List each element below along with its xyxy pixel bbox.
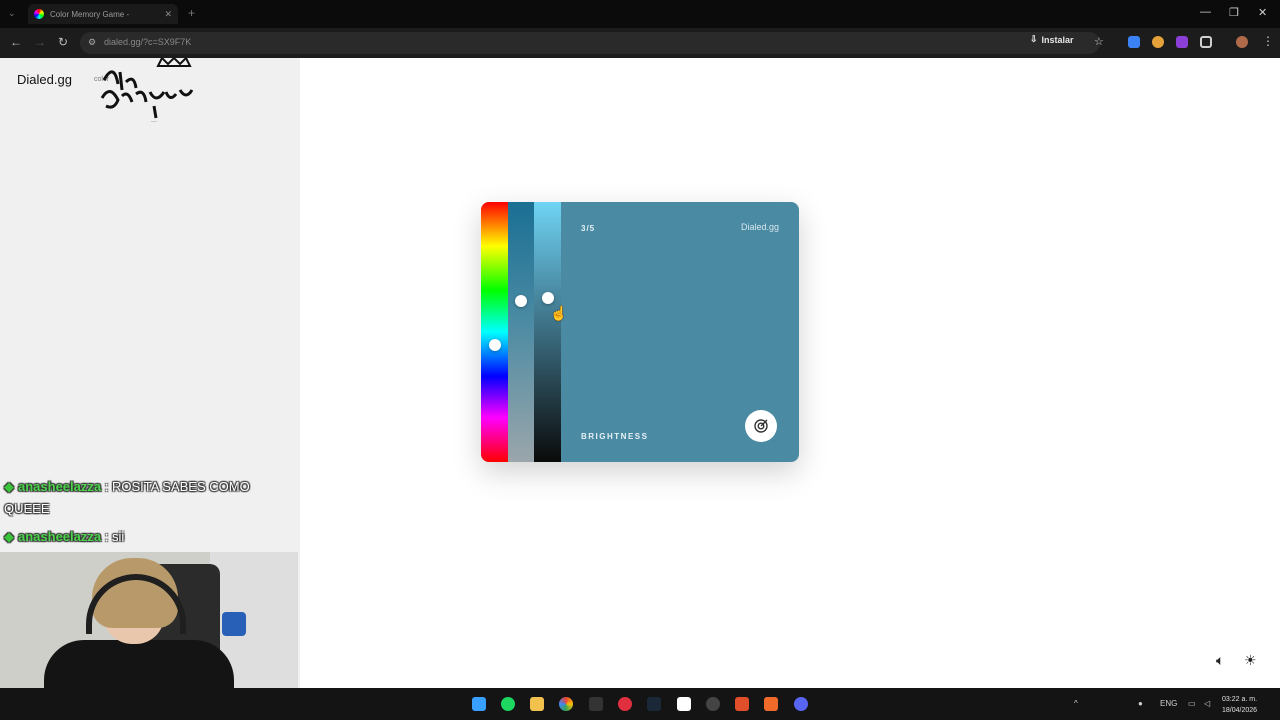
site-favicon-icon xyxy=(34,9,44,19)
spotify-icon[interactable] xyxy=(501,697,515,711)
steam-icon[interactable] xyxy=(647,697,661,711)
webcam-feed xyxy=(0,552,298,688)
network-icon[interactable]: ▭ xyxy=(1188,699,1196,708)
gem-badge-icon: ◆ xyxy=(4,479,14,494)
chat-text: : sii xyxy=(104,529,125,544)
volume-icon[interactable]: ◁ xyxy=(1204,699,1210,708)
start-icon[interactable] xyxy=(472,697,486,711)
site-settings-icon[interactable]: ⚙ xyxy=(88,37,96,48)
streamer-sticker-logo: La Bandolera xyxy=(100,58,194,123)
minimize-icon[interactable]: — xyxy=(1200,6,1211,18)
sound-icon[interactable]: 🔈︎ xyxy=(1216,652,1224,669)
browser-menu-icon[interactable]: ⋮ xyxy=(1262,34,1274,48)
back-icon[interactable]: ← xyxy=(10,35,22,49)
round-counter: 3/5 xyxy=(581,224,596,233)
theme-toggle-icon[interactable]: ☀ xyxy=(1244,652,1257,669)
bookmark-star-icon[interactable]: ☆ xyxy=(1094,35,1104,48)
tab-close-icon[interactable]: ✕ xyxy=(164,9,172,20)
file-explorer-icon[interactable] xyxy=(530,697,544,711)
brightness-slider-handle[interactable] xyxy=(542,292,554,304)
extension-icon[interactable] xyxy=(1152,36,1164,48)
system-clock[interactable]: 03:22 a. m. 18/04/2026 xyxy=(1222,694,1257,716)
game-page: 3/5 Dialed.gg BRIGHTNESS ☝ 🔈︎ ☀ xyxy=(300,58,1280,688)
url-text: dialed.gg/?c=SX9F7K xyxy=(104,37,192,47)
hand-cursor-icon: ☝ xyxy=(550,305,568,321)
chrome-icon[interactable] xyxy=(559,697,573,711)
gem-badge-icon: ◆ xyxy=(4,529,14,544)
card-brand-label: Dialed.gg xyxy=(740,222,779,232)
tab-search-icon[interactable]: ⌄ xyxy=(8,8,16,19)
brave-icon[interactable] xyxy=(735,697,749,711)
browser-toolbar: ← → ↻ ⚙ dialed.gg/?c=SX9F7K ⇩ Instalar ☆… xyxy=(0,28,1280,58)
new-tab-icon[interactable]: + xyxy=(188,6,195,20)
forward-icon[interactable]: → xyxy=(34,35,46,49)
maximize-icon[interactable]: ❐ xyxy=(1229,6,1239,19)
slider-mode-label: BRIGHTNESS xyxy=(581,432,649,441)
saturation-slider[interactable] xyxy=(508,202,534,462)
tab-bar: ⌄ Color Memory Game - ✕ + — ❐ ✕ xyxy=(0,0,1280,28)
taskbar: ^ ● ENG ▭ ◁ 03:22 a. m. 18/04/2026 xyxy=(0,688,1280,720)
stream-overlay-panel: Dialed.gg color La Bandolera ◆ anasheelaz… xyxy=(0,58,300,688)
window-close-icon[interactable]: ✕ xyxy=(1258,6,1267,19)
submit-guess-button[interactable] xyxy=(745,410,777,442)
profile-avatar[interactable] xyxy=(1236,36,1248,48)
tab-title: Color Memory Game - xyxy=(50,9,130,19)
app-icon[interactable] xyxy=(764,697,778,711)
discord-icon[interactable] xyxy=(794,697,808,711)
chat-message: ◆ anasheelazza : ROSITA SABES COMO QUEEE xyxy=(4,476,296,520)
tray-overflow-icon[interactable]: ^ xyxy=(1074,699,1078,708)
extension-icon[interactable] xyxy=(1128,36,1140,48)
epic-games-icon[interactable] xyxy=(589,697,603,711)
color-game-card: 3/5 Dialed.gg BRIGHTNESS xyxy=(481,202,799,462)
language-indicator[interactable]: ENG xyxy=(1160,699,1177,708)
install-icon: ⇩ xyxy=(1030,34,1038,44)
hue-slider[interactable] xyxy=(481,202,508,462)
clock-date: 18/04/2026 xyxy=(1222,707,1258,714)
target-icon xyxy=(754,419,768,433)
app-icon[interactable] xyxy=(618,697,632,711)
screen: ⌄ Color Memory Game - ✕ + — ❐ ✕ ← → ↻ ⚙ … xyxy=(0,0,1280,720)
app-icon[interactable] xyxy=(706,697,720,711)
reload-icon[interactable]: ↻ xyxy=(58,35,68,49)
extension-icon[interactable] xyxy=(1176,36,1188,48)
chat-username: anasheelazza xyxy=(18,529,102,544)
clock-time: 03:22 a. m. xyxy=(1222,696,1258,703)
capcut-icon[interactable] xyxy=(677,697,691,711)
sticker-text: La Bandolera xyxy=(151,121,157,123)
tab-color-memory-game[interactable]: Color Memory Game - ✕ xyxy=(28,4,178,24)
address-bar[interactable]: ⚙ dialed.gg/?c=SX9F7K xyxy=(80,32,1100,54)
chat-message: ◆ anasheelazza : sii xyxy=(4,526,296,548)
hue-slider-handle[interactable] xyxy=(489,339,501,351)
site-logo: Dialed.gg xyxy=(17,72,72,87)
extensions-puzzle-icon[interactable] xyxy=(1200,36,1212,48)
brightness-slider[interactable] xyxy=(534,202,561,462)
chat-username: anasheelazza xyxy=(18,479,102,494)
microphone-icon[interactable]: ● xyxy=(1138,699,1143,708)
saturation-slider-handle[interactable] xyxy=(515,295,527,307)
install-label: Instalar xyxy=(1041,34,1074,45)
install-app-button[interactable]: ⇩ Instalar xyxy=(1030,34,1074,45)
